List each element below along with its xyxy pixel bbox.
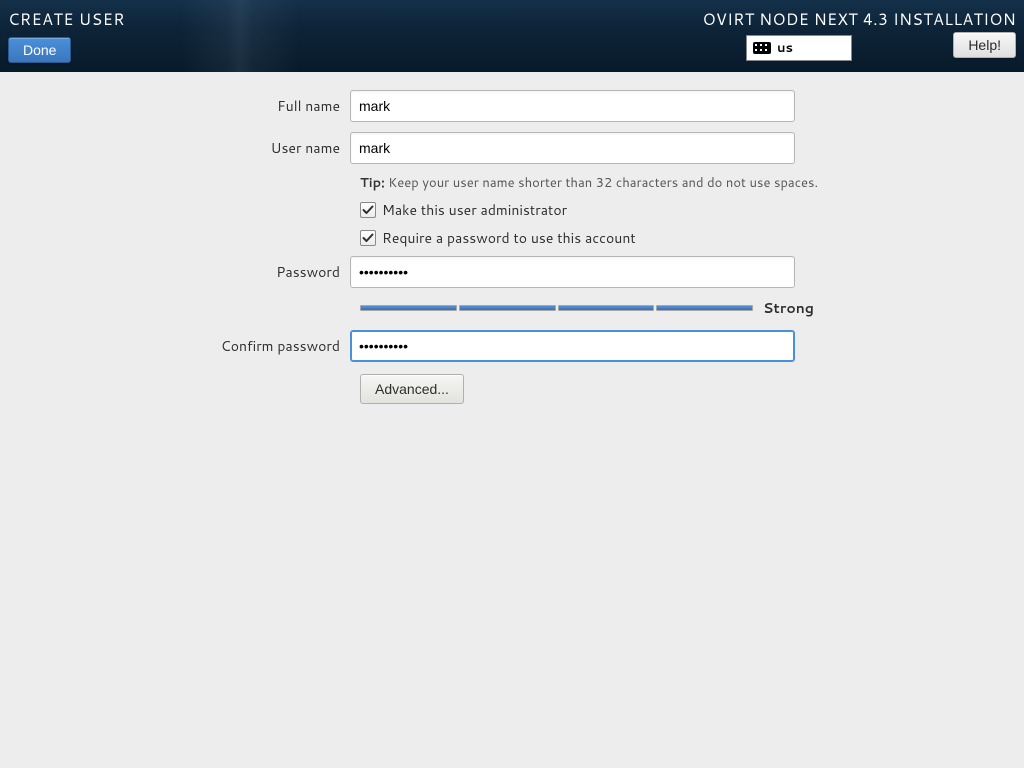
password-strength-row: Strong [360,298,805,318]
username-tip: Tip: Keep your user name shorter than 32… [360,174,1024,192]
strength-segment [360,305,457,311]
full-name-label: Full name [0,96,350,116]
confirm-password-input[interactable] [350,330,795,362]
confirm-password-label: Confirm password [0,336,350,356]
installer-title: OVIRT NODE NEXT 4.3 INSTALLATION [702,8,1016,31]
user-name-label: User name [0,138,350,158]
advanced-button[interactable]: Advanced... [360,374,464,404]
checkmark-icon [362,204,374,216]
user-name-input[interactable] [350,132,795,164]
checkmark-icon [362,232,374,244]
admin-checkbox[interactable] [360,202,376,218]
tip-text: Keep your user name shorter than 32 char… [388,174,818,192]
require-password-checkbox[interactable] [360,230,376,246]
password-strength-label: Strong [763,298,805,318]
tip-prefix: Tip: [360,174,385,192]
password-input[interactable] [350,256,795,288]
keyboard-layout-indicator[interactable]: us [746,35,852,61]
password-strength-meter [360,305,753,311]
header-bar: CREATE USER Done OVIRT NODE NEXT 4.3 INS… [0,0,1024,72]
require-password-checkbox-label: Require a password to use this account [382,228,636,248]
keyboard-icon [753,42,771,54]
full-name-input[interactable] [350,90,795,122]
password-label: Password [0,262,350,282]
done-button[interactable]: Done [8,37,71,63]
strength-segment [459,305,556,311]
strength-segment [656,305,753,311]
admin-checkbox-label: Make this user administrator [382,200,567,220]
help-button[interactable]: Help! [953,32,1016,58]
create-user-form: Full name User name Tip: Keep your user … [0,72,1024,404]
strength-segment [558,305,655,311]
keyboard-layout-label: us [777,39,793,57]
